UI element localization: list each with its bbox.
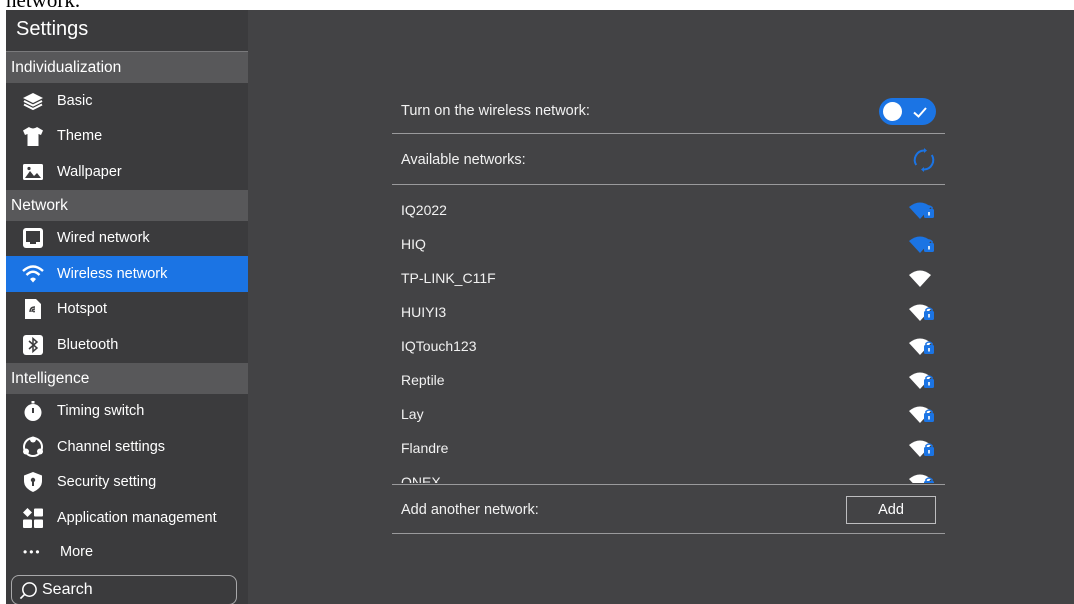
sidebar-item-label: Wireless network: [57, 265, 168, 282]
network-name: HIQ: [401, 236, 426, 252]
network-name: IQTouch123: [401, 338, 477, 354]
hotspot-icon: [22, 298, 44, 320]
image-icon: [22, 161, 44, 183]
wifi-lock-icon: [908, 302, 936, 322]
sidebar-item-channel-settings[interactable]: Channel settings: [6, 429, 248, 465]
network-item[interactable]: HIQ: [392, 227, 945, 261]
wifi-icon: [908, 268, 936, 288]
wireless-toggle-row: Turn on the wireless network:: [392, 92, 945, 130]
sidebar-item-wired-network[interactable]: Wired network: [6, 221, 248, 257]
wifi-lock-icon: [908, 404, 936, 424]
sidebar-item-label: Basic: [57, 92, 93, 109]
network-item[interactable]: Flandre: [392, 431, 945, 465]
page-top-fragment: network.: [0, 0, 1074, 10]
section-header-network: Network: [6, 189, 248, 221]
wifi-lock-icon: [908, 370, 936, 390]
wifi-lock-icon: [908, 336, 936, 356]
monitor-icon: [22, 227, 44, 249]
section-header-individualization: Individualization: [6, 52, 248, 83]
network-name: IQ2022: [401, 202, 447, 218]
network-item[interactable]: ONEX: [392, 465, 945, 483]
wifi-icon: [22, 263, 44, 285]
bluetooth-icon: [22, 334, 44, 356]
sidebar-item-label: Timing switch: [57, 403, 145, 420]
sidebar-item-more[interactable]: ••• More: [6, 536, 248, 568]
sidebar-item-label: More: [60, 543, 94, 560]
toggle-knob: [883, 101, 902, 121]
sidebar-item-label: Bluetooth: [57, 336, 119, 353]
sidebar-item-wireless-network[interactable]: Wireless network: [6, 256, 248, 292]
wifi-lock-icon: [908, 200, 936, 220]
add-network-label: Add another network:: [401, 502, 539, 518]
sidebar-item-label: Theme: [57, 128, 103, 145]
sidebar: Settings Individualization Basic Theme Wall…: [6, 10, 248, 604]
available-networks-label: Available networks:: [401, 152, 526, 168]
stopwatch-icon: [22, 400, 44, 422]
sidebar-item-basic[interactable]: Basic: [6, 83, 248, 119]
wireless-toggle[interactable]: [879, 97, 936, 125]
layers-icon: [22, 90, 44, 112]
sidebar-item-label: Application management: [57, 509, 217, 526]
divider: [392, 533, 945, 534]
shield-icon: [22, 471, 44, 493]
network-name: Flandre: [401, 440, 449, 456]
network-item[interactable]: TP-LINK_C11F: [392, 261, 945, 295]
network-item[interactable]: HUIYI3: [392, 295, 945, 329]
sidebar-title: Settings: [6, 10, 248, 52]
add-network-row: Add another network: Add: [392, 492, 945, 528]
check-icon: [913, 106, 927, 118]
more-dots-icon: •••: [23, 544, 42, 559]
sidebar-item-label: Wallpaper: [57, 163, 122, 180]
search-input[interactable]: Search: [11, 575, 237, 604]
divider: [392, 484, 945, 485]
refresh-icon[interactable]: [912, 148, 936, 172]
network-name: Lay: [401, 406, 424, 422]
main-content: Turn on the wireless network: Available …: [248, 10, 1074, 604]
tshirt-icon: [22, 125, 44, 147]
apps-grid-icon: [22, 507, 44, 529]
network-name: ONEX: [401, 474, 441, 483]
wifi-lock-icon: [908, 234, 936, 254]
network-name: TP-LINK_C11F: [401, 270, 496, 286]
sidebar-item-bluetooth[interactable]: Bluetooth: [6, 327, 248, 363]
sidebar-nav: Individualization Basic Theme Wallpaper Netw…: [6, 52, 248, 536]
channel-icon: [22, 436, 44, 458]
divider: [392, 184, 945, 185]
available-networks-row: Available networks:: [392, 140, 945, 180]
add-network-button[interactable]: Add: [846, 496, 936, 524]
section-header-intelligence: Intelligence: [6, 362, 248, 394]
page-top-fragment-text: network.: [6, 0, 80, 10]
network-item[interactable]: Lay: [392, 397, 945, 431]
network-item[interactable]: IQTouch123: [392, 329, 945, 363]
sidebar-item-label: Security setting: [57, 474, 157, 491]
sidebar-item-label: Channel settings: [57, 438, 166, 455]
network-item[interactable]: Reptile: [392, 363, 945, 397]
sidebar-item-theme[interactable]: Theme: [6, 119, 248, 155]
sidebar-item-wallpaper[interactable]: Wallpaper: [6, 154, 248, 190]
network-name: HUIYI3: [401, 304, 447, 320]
sidebar-item-timing-switch[interactable]: Timing switch: [6, 394, 248, 430]
network-list: IQ2022 HIQ TP-LINK_C11F HUIYI3 IQTouch123 Rep…: [392, 193, 945, 483]
divider: [392, 133, 945, 134]
wireless-toggle-label: Turn on the wireless network:: [401, 103, 590, 119]
sidebar-item-application-management[interactable]: Application management: [6, 500, 248, 536]
sidebar-item-hotspot[interactable]: Hotspot: [6, 292, 248, 328]
network-name: Reptile: [401, 372, 445, 388]
wifi-lock-icon: [908, 438, 936, 458]
sidebar-item-label: Wired network: [57, 230, 150, 247]
sidebar-item-label: Hotspot: [57, 301, 107, 318]
wifi-lock-icon: [908, 472, 936, 483]
sidebar-item-security-setting[interactable]: Security setting: [6, 465, 248, 501]
search-icon: [19, 581, 37, 599]
search-placeholder: Search: [42, 581, 93, 598]
network-item[interactable]: IQ2022: [392, 193, 945, 227]
